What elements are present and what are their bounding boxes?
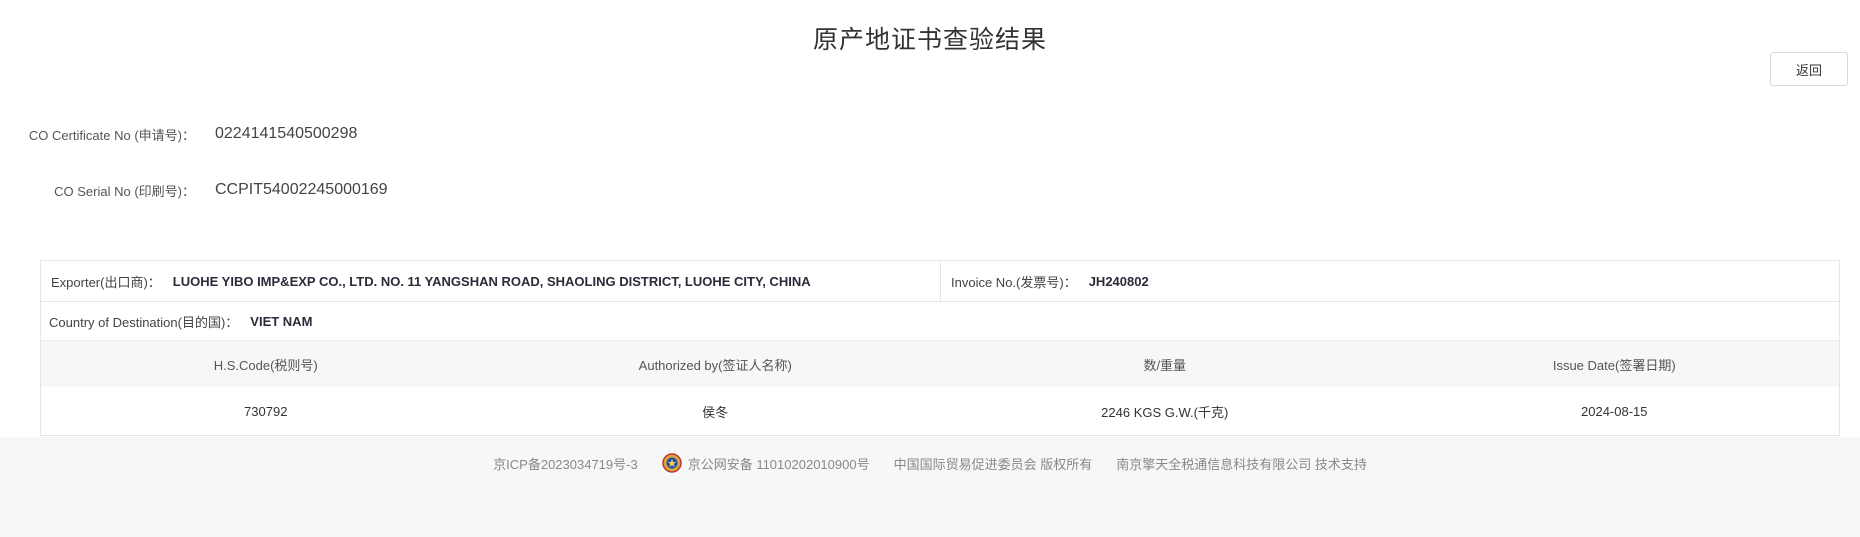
serial-no-value: CCPIT54002245000169	[215, 181, 388, 198]
page: 原产地证书查验结果 返回 CO Certificate No (申请号)： 02…	[0, 0, 1860, 537]
header-hs-code: H.S.Code(税则号)	[213, 357, 318, 373]
exporter-cell: Exporter(出口商)： LUOHE YIBO IMP&EXP CO., L…	[41, 261, 941, 301]
table-header-row: H.S.Code(税则号) Authorized by(签证人名称) 数/重量 …	[41, 341, 1839, 387]
invoice-value: JH240802	[1088, 273, 1149, 289]
cell-hs-code: 730792	[244, 403, 288, 419]
header-quantity-weight: 数/重量	[1143, 357, 1187, 373]
footer-links: 京ICP备2023034719号-3 京公网安备 11010202010900号…	[0, 453, 1860, 473]
cert-no-label: CO Certificate No (申请号)：	[28, 127, 195, 143]
exporter-label: Exporter(出口商)：	[51, 274, 161, 290]
cert-no-row: CO Certificate No (申请号)： 022414154050029…	[0, 119, 900, 149]
header-authorized-by: Authorized by(签证人名称)	[638, 357, 792, 373]
tech-support-text: 南京擎天全税通信息科技有限公司 技术支持	[1116, 456, 1367, 472]
cert-no-value: 0224141540500298	[215, 125, 358, 142]
exporter-invoice-row: Exporter(出口商)： LUOHE YIBO IMP&EXP CO., L…	[41, 261, 1839, 302]
footer: 京ICP备2023034719号-3 京公网安备 11010202010900号…	[0, 437, 1860, 537]
copyright-text: 中国国际贸易促进委员会 版权所有	[893, 456, 1093, 472]
invoice-cell: Invoice No.(发票号)： JH240802	[941, 261, 1839, 301]
police-record-text: 京公网安备 11010202010900号	[687, 456, 870, 472]
serial-no-label: CO Serial No (印刷号)：	[54, 183, 195, 199]
invoice-label: Invoice No.(发票号)：	[951, 274, 1077, 290]
exporter-value: LUOHE YIBO IMP&EXP CO., LTD. NO. 11 YANG…	[172, 273, 811, 289]
header-issue-date: Issue Date(签署日期)	[1552, 357, 1676, 373]
destination-row: Country of Destination(目的国)： VIET NAM	[41, 302, 1839, 341]
page-title: 原产地证书查验结果	[812, 25, 1047, 54]
icp-link[interactable]: 京ICP备2023034719号-3	[493, 454, 638, 473]
serial-no-row: CO Serial No (印刷号)： CCPIT54002245000169	[0, 175, 900, 205]
back-button[interactable]: 返回	[1770, 52, 1848, 86]
destination-label: Country of Destination(目的国)：	[49, 314, 239, 330]
certificate-detail-table: Exporter(出口商)： LUOHE YIBO IMP&EXP CO., L…	[40, 260, 1840, 436]
police-badge-icon	[661, 453, 682, 473]
police-record-link[interactable]: 京公网安备 11010202010900号	[661, 453, 870, 473]
table-row: 730792 侯冬 2246 KGS G.W.(千克) 2024-08-15	[41, 387, 1839, 435]
cell-quantity-weight: 2246 KGS G.W.(千克)	[1101, 404, 1229, 420]
cell-authorized-by: 侯冬	[702, 404, 729, 420]
cell-issue-date: 2024-08-15	[1581, 403, 1648, 419]
destination-value: VIET NAM	[250, 313, 313, 329]
